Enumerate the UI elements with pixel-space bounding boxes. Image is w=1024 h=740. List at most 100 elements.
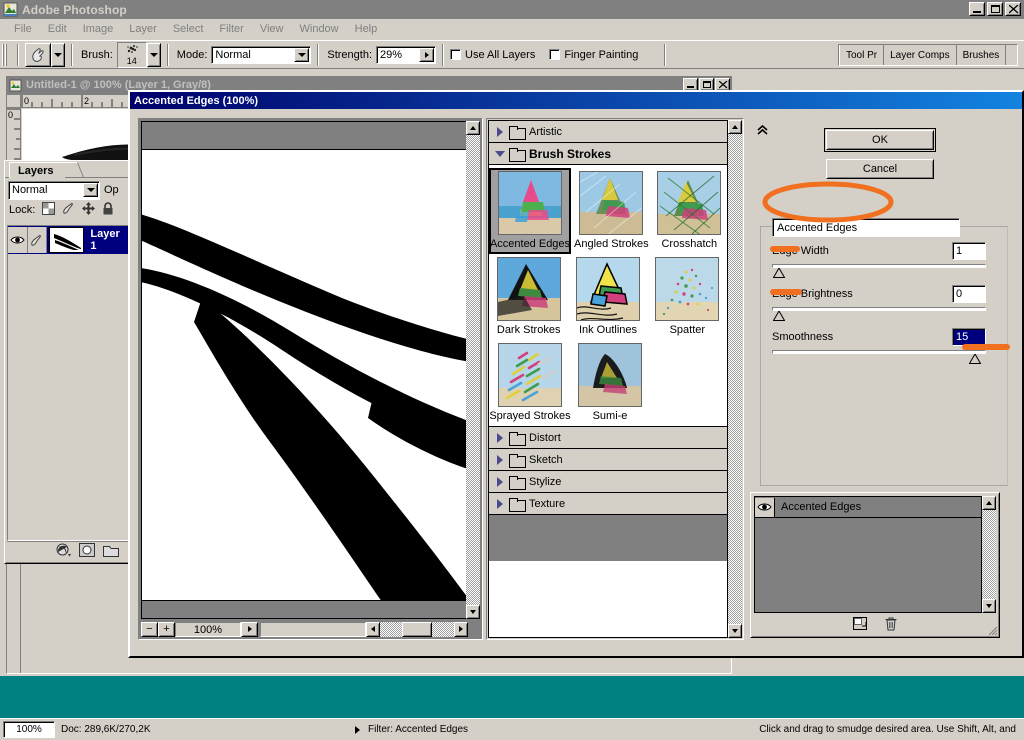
menu-item-file[interactable]: File xyxy=(6,21,40,37)
chevron-down-icon[interactable] xyxy=(83,183,98,197)
blend-mode-select[interactable]: Normal xyxy=(8,181,100,200)
filter-ink-outlines[interactable]: Ink Outlines xyxy=(568,254,647,340)
preview-image[interactable] xyxy=(142,149,467,601)
menu-item-select[interactable]: Select xyxy=(165,21,212,37)
menu-item-view[interactable]: View xyxy=(252,21,292,37)
preview-menu-arrow-icon[interactable] xyxy=(241,622,258,637)
preview-viewport[interactable] xyxy=(141,121,468,619)
filter-dark-strokes[interactable]: Dark Strokes xyxy=(489,254,568,340)
menu-item-layer[interactable]: Layer xyxy=(121,21,165,37)
layer-visibility-icon[interactable] xyxy=(8,227,28,253)
chevron-right-icon[interactable] xyxy=(493,455,507,465)
well-tab-brushes[interactable]: Brushes xyxy=(957,45,1007,65)
table-row[interactable]: Layer 1 xyxy=(8,226,128,254)
slider-thumb[interactable] xyxy=(773,311,784,320)
lock-transparency-icon[interactable] xyxy=(42,202,55,218)
ok-button[interactable]: OK xyxy=(826,130,934,150)
filter-crosshatch[interactable]: Crosshatch xyxy=(652,168,727,254)
cancel-button[interactable]: Cancel xyxy=(826,159,934,179)
chevron-down-icon[interactable] xyxy=(493,151,507,157)
options-bar-grip[interactable] xyxy=(2,44,8,66)
scroll-up-button[interactable] xyxy=(982,496,996,510)
menu-item-window[interactable]: Window xyxy=(292,21,347,37)
effect-visibility-icon[interactable] xyxy=(755,498,775,517)
filter-spatter[interactable]: Spatter xyxy=(648,254,727,340)
chevron-right-icon[interactable] xyxy=(493,433,507,443)
well-tab-layer-comps[interactable]: Layer Comps xyxy=(884,45,956,65)
slider-value[interactable]: 1 xyxy=(952,242,986,260)
category-stylize[interactable]: Stylize xyxy=(489,471,727,493)
lock-image-icon[interactable] xyxy=(62,202,75,218)
layer-paint-icon[interactable] xyxy=(28,227,48,253)
category-brush-strokes[interactable]: Brush Strokes xyxy=(489,143,727,165)
slider-track[interactable] xyxy=(772,264,986,268)
brush-preview[interactable]: 14 xyxy=(117,42,147,68)
filter-name-select[interactable]: Accented Edges xyxy=(772,218,960,237)
zoom-out-button[interactable]: − xyxy=(141,622,158,637)
filter-accented-edges[interactable]: Accented Edges xyxy=(489,168,571,254)
slider-value[interactable]: 0 xyxy=(952,285,986,303)
strength-popup-arrow-icon[interactable] xyxy=(419,48,434,62)
mode-select[interactable]: Normal xyxy=(211,46,311,64)
effect-list-scrollbar[interactable] xyxy=(982,496,996,613)
scroll-down-button[interactable] xyxy=(466,605,480,619)
minimize-button[interactable] xyxy=(969,2,985,16)
brush-dropdown[interactable] xyxy=(147,43,161,67)
menu-item-filter[interactable]: Filter xyxy=(211,21,251,37)
smudge-tool-icon[interactable] xyxy=(25,43,51,67)
scroll-left-button[interactable] xyxy=(366,622,380,637)
slider-thumb[interactable] xyxy=(969,354,980,363)
restore-button[interactable] xyxy=(987,2,1003,16)
finger-painting-checkbox[interactable]: Finger Painting xyxy=(549,49,638,61)
new-group-icon[interactable] xyxy=(103,544,119,560)
category-texture[interactable]: Texture xyxy=(489,493,727,515)
layer-mask-icon[interactable] xyxy=(79,543,95,560)
list-item[interactable]: Accented Edges xyxy=(755,497,981,518)
new-effect-layer-icon[interactable] xyxy=(853,617,867,633)
slider-value[interactable]: 15 xyxy=(952,328,986,346)
slider-thumb[interactable] xyxy=(773,268,784,277)
tool-preset-dropdown[interactable] xyxy=(51,43,65,67)
trash-can-icon[interactable] xyxy=(885,617,897,634)
slider-track[interactable] xyxy=(772,350,986,354)
status-zoom-value[interactable]: 100% xyxy=(3,721,55,738)
lock-all-icon[interactable] xyxy=(102,202,114,218)
scroll-down-button[interactable] xyxy=(728,624,742,638)
collapse-chevron-up-icon[interactable] xyxy=(754,122,770,138)
well-tab-tool-presets[interactable]: Tool Pr xyxy=(839,45,884,65)
resize-grip[interactable] xyxy=(988,626,998,636)
category-sketch[interactable]: Sketch xyxy=(489,449,727,471)
lock-position-icon[interactable] xyxy=(82,202,95,218)
scroll-down-button[interactable] xyxy=(982,599,996,613)
zoom-in-button[interactable]: + xyxy=(158,622,175,637)
slider-track[interactable] xyxy=(772,307,986,311)
use-all-layers-checkbox[interactable]: Use All Layers xyxy=(450,49,535,61)
strength-input[interactable]: 29% xyxy=(376,46,436,64)
preview-zoom-value[interactable]: 100% xyxy=(175,622,241,637)
chevron-down-icon[interactable] xyxy=(857,220,874,235)
category-artistic[interactable]: Artistic xyxy=(489,121,727,143)
preview-horizontal-scrollbar[interactable] xyxy=(260,622,468,637)
scroll-thumb[interactable] xyxy=(402,622,432,637)
chevron-right-icon[interactable] xyxy=(493,477,507,487)
layer-style-icon[interactable] xyxy=(56,543,71,560)
scroll-right-button[interactable] xyxy=(454,622,468,637)
scroll-track[interactable] xyxy=(260,622,366,637)
menu-item-image[interactable]: Image xyxy=(75,21,122,37)
filter-angled-strokes[interactable]: Angled Strokes xyxy=(571,168,652,254)
close-button[interactable] xyxy=(1005,2,1021,16)
preview-vertical-scrollbar[interactable] xyxy=(466,121,480,619)
scroll-up-button[interactable] xyxy=(466,121,480,135)
tab-layers[interactable]: Layers xyxy=(9,162,65,178)
filter-sumi-e[interactable]: Sumi-e xyxy=(571,340,649,426)
layer-thumbnail[interactable] xyxy=(50,228,83,252)
chevron-right-icon[interactable] xyxy=(493,499,507,509)
category-distort[interactable]: Distort xyxy=(489,427,727,449)
chevron-right-icon[interactable] xyxy=(493,127,507,137)
browser-vertical-scrollbar[interactable] xyxy=(728,120,742,638)
chevron-down-icon[interactable] xyxy=(294,48,309,62)
filter-sprayed-strokes[interactable]: Sprayed Strokes xyxy=(489,340,571,426)
menu-item-edit[interactable]: Edit xyxy=(40,21,75,37)
scroll-up-button[interactable] xyxy=(728,120,742,134)
menu-item-help[interactable]: Help xyxy=(347,21,386,37)
